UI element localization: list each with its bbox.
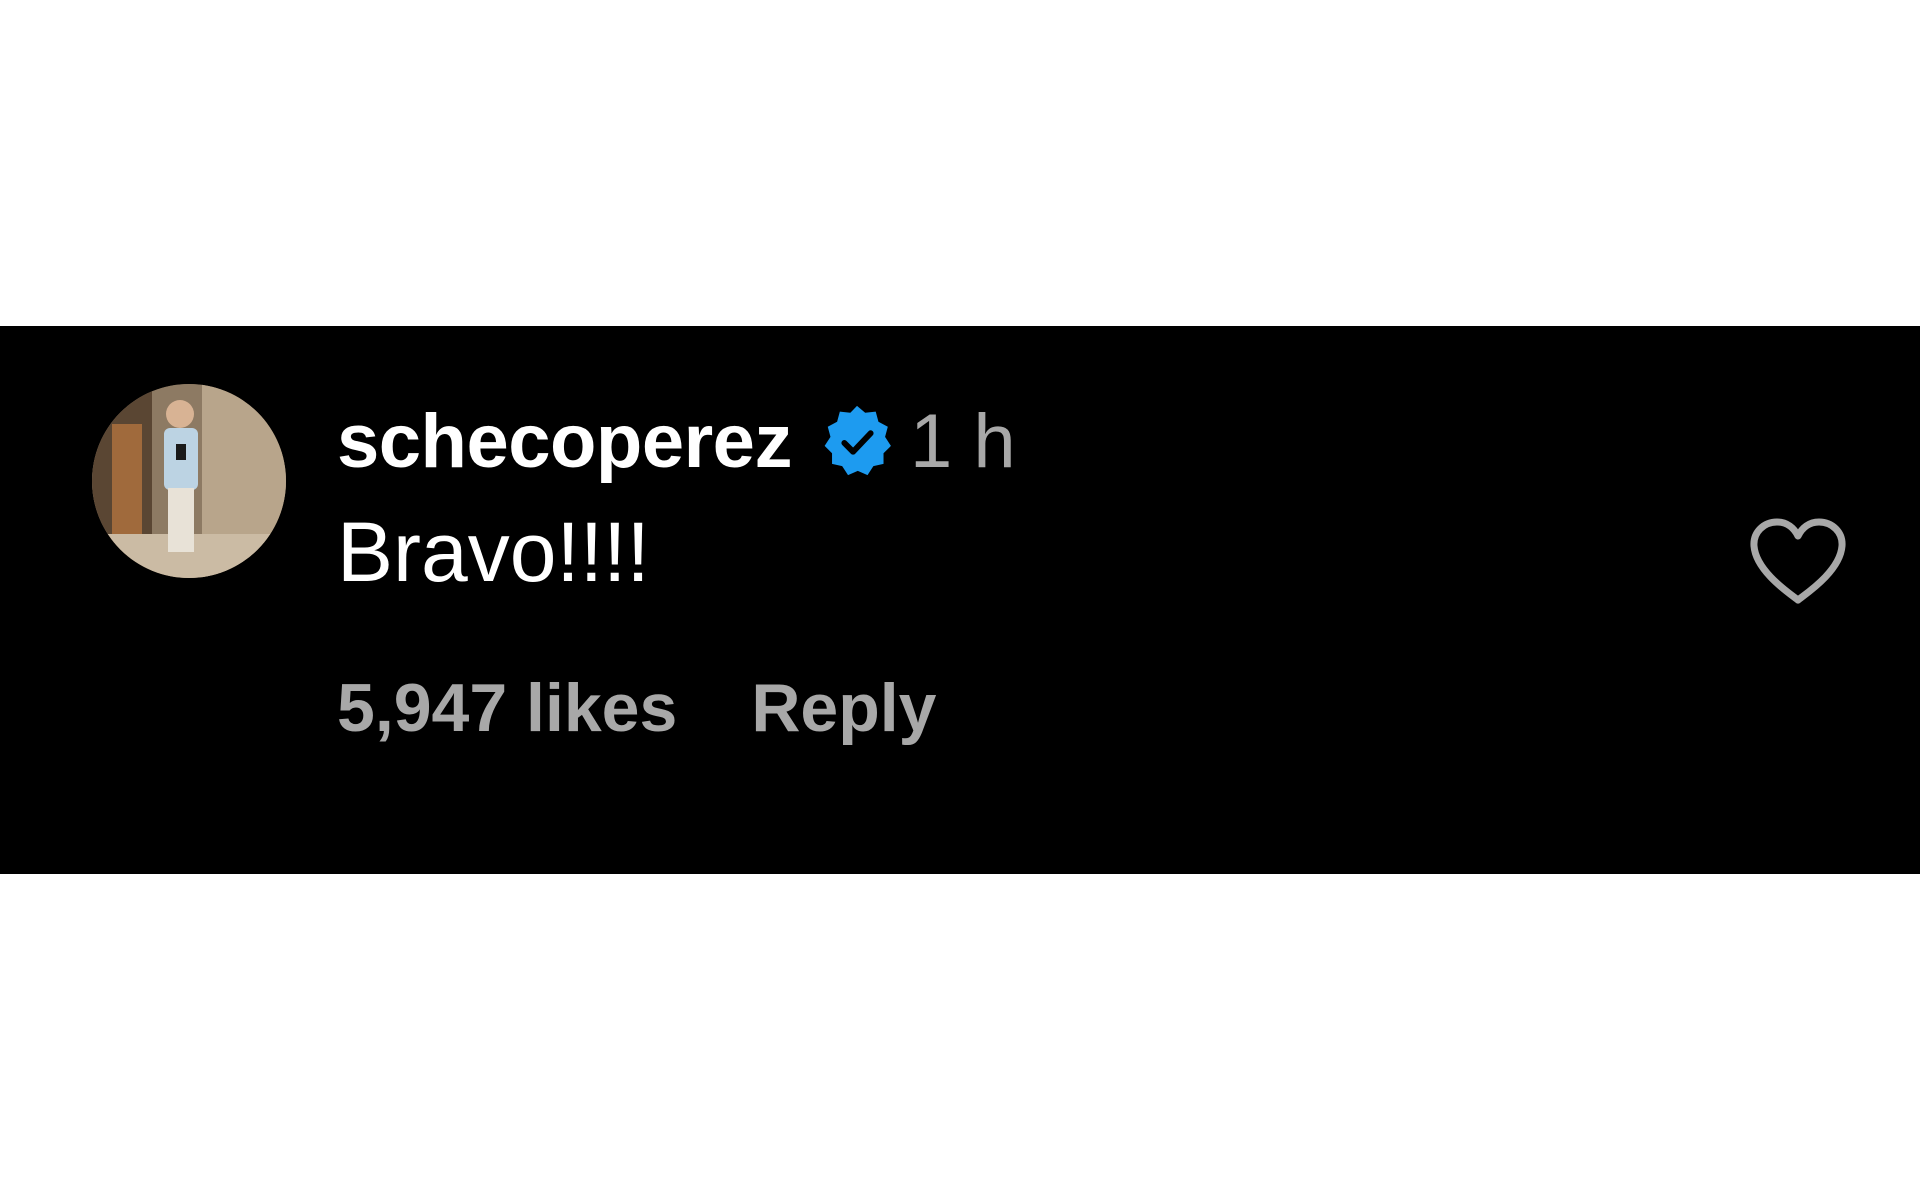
timestamp: 1 h <box>909 399 1016 484</box>
comment-text: Bravo!!!! <box>337 505 650 599</box>
username[interactable]: schecoperez <box>337 404 792 480</box>
avatar[interactable] <box>92 384 286 578</box>
comment-header: schecoperez 1 h <box>337 392 1016 492</box>
heart-outline-icon[interactable] <box>1748 516 1848 608</box>
likes-count[interactable]: 5,947 likes <box>337 674 677 742</box>
comment-actions: 5,947 likes Reply <box>337 674 937 742</box>
reply-button[interactable]: Reply <box>751 674 936 742</box>
avatar-image <box>92 384 286 578</box>
verified-badge-icon <box>818 403 896 481</box>
page: schecoperez 1 h Bravo!!!! 5,947 likes Re… <box>0 0 1920 1200</box>
